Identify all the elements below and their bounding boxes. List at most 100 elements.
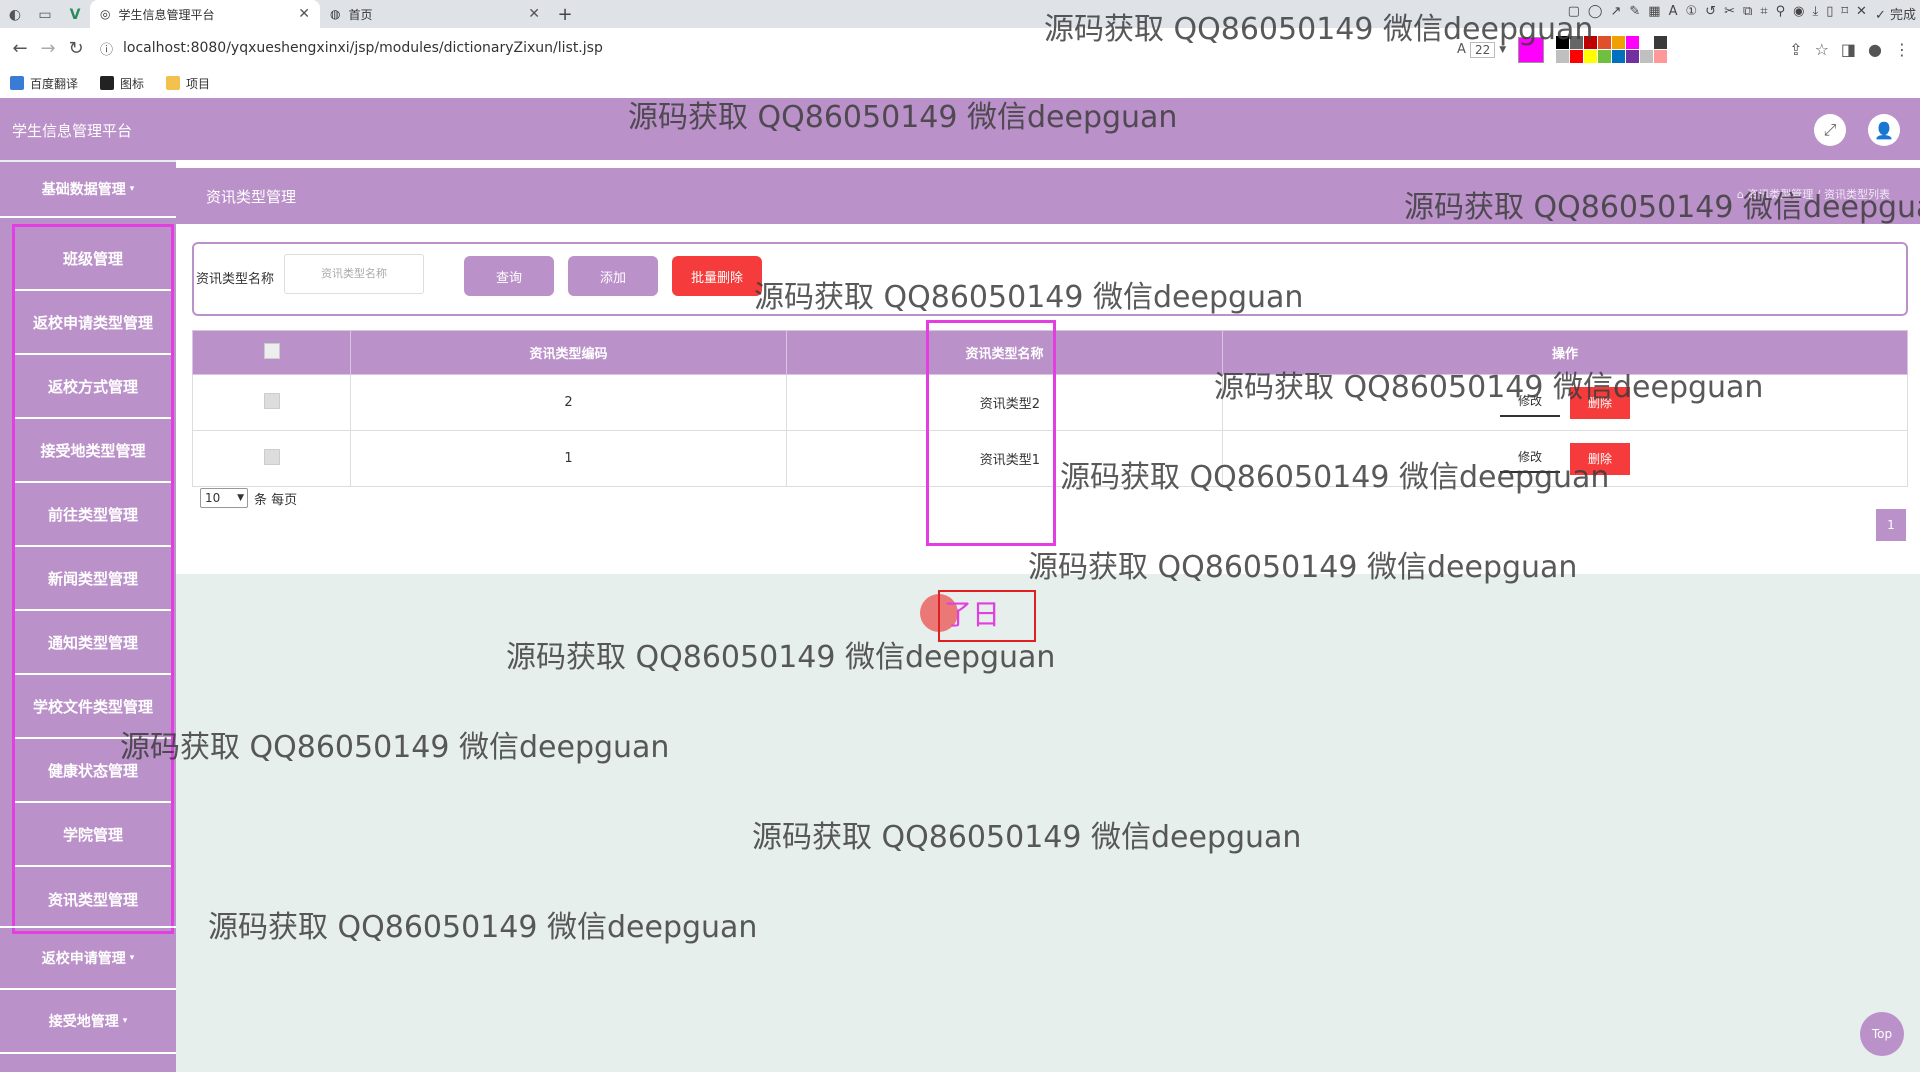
sidebar-item-news-category[interactable]: 资讯类型管理: [15, 867, 171, 931]
text-annotation-box[interactable]: 了日: [938, 590, 1036, 642]
forward-icon[interactable]: →: [34, 38, 62, 59]
fullscreen-icon[interactable]: ⤢: [1814, 114, 1846, 146]
sidebar-group-return-apply[interactable]: 返校申请管理 ▾: [0, 926, 176, 990]
menu-icon[interactable]: ⋮: [1894, 40, 1910, 59]
sidebar-item-goto-type[interactable]: 前往类型管理: [15, 483, 171, 547]
select-all-header: [192, 330, 351, 375]
sidebar-group-receive-place[interactable]: 接受地管理 ▾: [0, 990, 176, 1054]
tab-student-platform[interactable]: ◎ 学生信息管理平台 ✕: [90, 0, 320, 28]
app-title: 学生信息管理平台: [12, 122, 133, 140]
profile-icon[interactable]: ●: [1868, 40, 1882, 59]
back-icon[interactable]: ←: [6, 38, 34, 59]
color-swatch[interactable]: [1640, 50, 1654, 63]
phone-icon[interactable]: ▯: [1826, 4, 1833, 23]
new-tab-button[interactable]: +: [550, 0, 580, 28]
sidebar-item-college[interactable]: 学院管理: [15, 803, 171, 867]
bookmark-project[interactable]: 项目: [166, 75, 210, 92]
color-swatch[interactable]: [1612, 36, 1626, 49]
color-swatch[interactable]: [1556, 36, 1570, 49]
info-icon[interactable]: ⓘ: [100, 39, 113, 58]
close-icon[interactable]: ✕: [1856, 4, 1867, 23]
breadcrumb[interactable]: ⌂ 资讯类型管理 / 资讯类型列表: [1737, 186, 1890, 202]
done-button[interactable]: ✓ 完成: [1875, 4, 1916, 23]
arrow-tool-icon[interactable]: ↗: [1610, 4, 1621, 23]
search-input[interactable]: 资讯类型名称: [284, 254, 424, 294]
ellipse-tool-icon[interactable]: ◯: [1588, 4, 1603, 23]
query-button[interactable]: 查询: [464, 256, 554, 296]
tab-home[interactable]: ◍ 首页 ✕: [320, 0, 550, 28]
color-palette[interactable]: [1556, 36, 1668, 63]
bookmark-icons[interactable]: 图标: [100, 75, 144, 92]
color-swatch[interactable]: [1612, 50, 1626, 63]
sidebar-item-receive-place-type[interactable]: 接受地类型管理: [15, 419, 171, 483]
page-size-select[interactable]: 10 ▼: [200, 488, 248, 508]
add-button[interactable]: 添加: [568, 256, 658, 296]
download-icon[interactable]: ⤓: [1812, 4, 1818, 23]
page-size-value: 10: [205, 491, 221, 505]
color-swatch[interactable]: [1598, 36, 1612, 49]
scissors-icon[interactable]: ✂: [1724, 4, 1735, 23]
color-swatch[interactable]: [1556, 50, 1570, 63]
edit-button[interactable]: 修改: [1500, 445, 1560, 473]
reload-icon[interactable]: ↻: [62, 38, 90, 59]
delete-button[interactable]: 删除: [1570, 442, 1630, 475]
record-icon[interactable]: ◉: [1793, 4, 1804, 23]
sidebar-item-notice-type[interactable]: 通知类型管理: [15, 611, 171, 675]
color-swatch[interactable]: [1584, 50, 1598, 63]
edit-button[interactable]: 修改: [1500, 389, 1560, 417]
undo-icon[interactable]: ↺: [1705, 4, 1716, 23]
sidebar-item-return-apply-type[interactable]: 返校申请类型管理: [15, 291, 171, 355]
color-swatch[interactable]: [1654, 36, 1668, 49]
pinned-tab-icon[interactable]: ◐: [0, 2, 30, 28]
delete-button[interactable]: 删除: [1570, 386, 1630, 419]
sidebar-item-health-status[interactable]: 健康状态管理: [15, 739, 171, 803]
color-swatch[interactable]: [1570, 50, 1584, 63]
bookmark-baidu-translate[interactable]: 百度翻译: [10, 75, 78, 92]
page-title: 资讯类型管理: [206, 188, 297, 206]
pin-icon[interactable]: ⚲: [1776, 4, 1786, 23]
sidebar-item-label: 新闻类型管理: [47, 569, 138, 588]
pinned-tab-blank-icon[interactable]: ▭: [30, 2, 60, 28]
close-tab-icon[interactable]: ✕: [528, 6, 540, 22]
color-swatch[interactable]: [1570, 36, 1584, 49]
color-swatch[interactable]: [1654, 50, 1668, 63]
url-field[interactable]: ⓘ localhost:8080/yqxueshengxinxi/jsp/mod…: [100, 39, 603, 58]
sidepanel-icon[interactable]: ◨: [1841, 40, 1856, 59]
back-to-top-button[interactable]: Top: [1860, 1012, 1904, 1056]
crop-icon[interactable]: ⌗: [1760, 4, 1767, 23]
close-tab-icon[interactable]: ✕: [298, 6, 310, 22]
page-number-button[interactable]: 1: [1876, 509, 1906, 541]
done-label: 完成: [1889, 8, 1916, 23]
number-tool-icon[interactable]: ①: [1686, 4, 1698, 23]
font-size-selector[interactable]: A 22 ▼: [1457, 41, 1506, 58]
row-checkbox[interactable]: [263, 392, 280, 409]
color-swatch[interactable]: [1584, 36, 1598, 49]
text-tool-icon[interactable]: A: [1669, 4, 1678, 23]
watermark-text: 源码获取 QQ86050149 微信deepguan: [752, 820, 1302, 855]
sidebar-item-class[interactable]: 班级管理: [15, 227, 171, 291]
caret-down-icon: ▾: [122, 1016, 128, 1026]
pinned-tab-vue-icon[interactable]: V: [60, 2, 90, 28]
bookmark-label: 项目: [186, 76, 211, 91]
image-icon: [100, 76, 115, 90]
sidebar-item-school-file-type[interactable]: 学校文件类型管理: [15, 675, 171, 739]
color-swatch[interactable]: [1598, 50, 1612, 63]
sidebar-group-basic-data[interactable]: 基础数据管理 ▾: [0, 162, 176, 218]
batch-delete-button[interactable]: 批量删除: [672, 256, 762, 296]
row-checkbox[interactable]: [263, 448, 280, 465]
current-color-swatch[interactable]: [1518, 36, 1545, 63]
bookmark-icon[interactable]: ⌑: [1841, 4, 1848, 23]
color-swatch[interactable]: [1640, 36, 1654, 49]
color-swatch[interactable]: [1626, 36, 1640, 49]
mosaic-tool-icon[interactable]: ▦: [1648, 4, 1660, 23]
user-avatar-icon[interactable]: 👤: [1868, 114, 1900, 146]
share-icon[interactable]: ⇪: [1789, 40, 1802, 59]
rect-tool-icon[interactable]: ▢: [1568, 4, 1580, 23]
sidebar-item-return-method[interactable]: 返校方式管理: [15, 355, 171, 419]
star-icon[interactable]: ☆: [1815, 40, 1829, 59]
pen-tool-icon[interactable]: ✎: [1629, 4, 1640, 23]
copy-icon[interactable]: ⧉: [1743, 4, 1752, 23]
select-all-checkbox[interactable]: [263, 342, 280, 359]
sidebar-item-news-type[interactable]: 新闻类型管理: [15, 547, 171, 611]
color-swatch[interactable]: [1626, 50, 1640, 63]
